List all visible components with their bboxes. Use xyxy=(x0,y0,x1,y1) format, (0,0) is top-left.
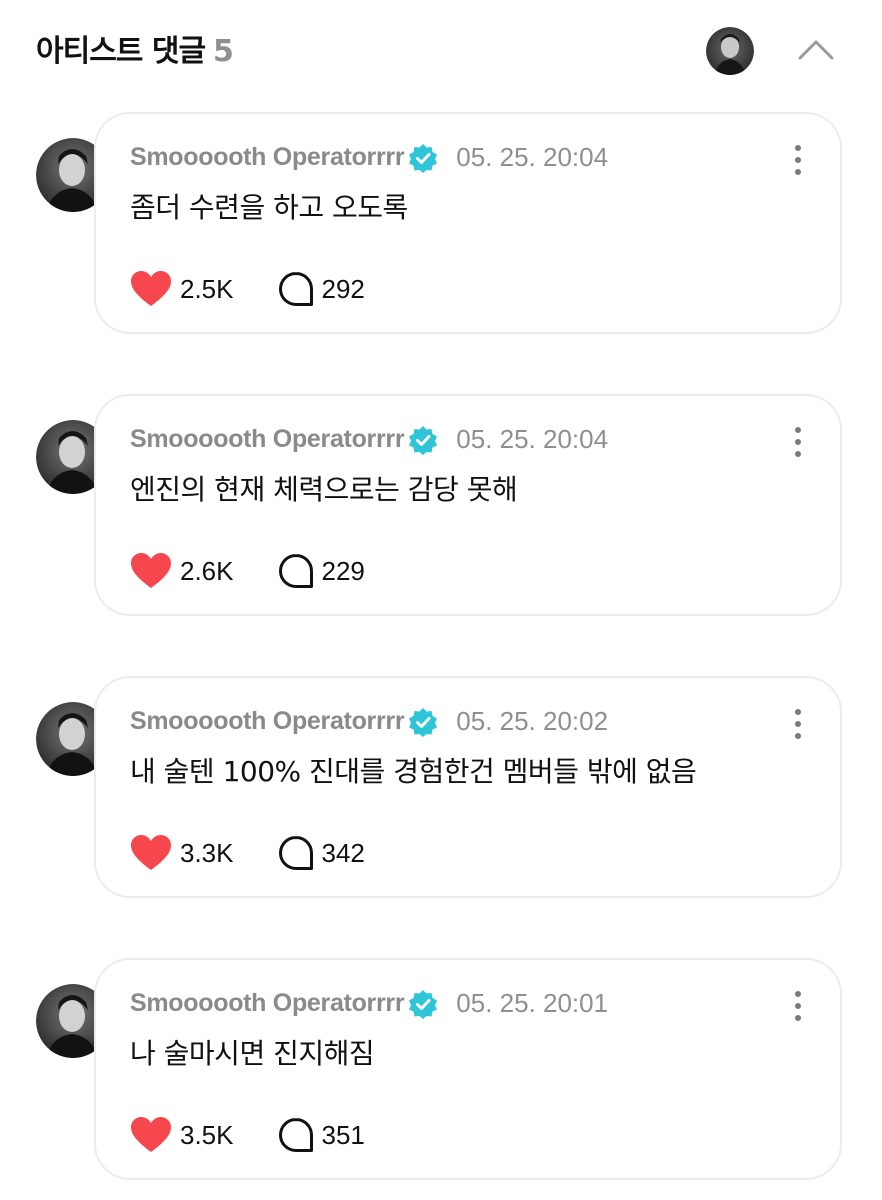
comment-card: Smoooooth Operatorrrr 05. 25. 20:01 나 술마… xyxy=(94,958,842,1180)
like-count: 3.3K xyxy=(180,837,234,868)
verified-badge-icon xyxy=(409,989,438,1019)
heart-icon xyxy=(131,553,171,588)
comment-meta: Smoooooth Operatorrrr 05. 25. 20:04 xyxy=(130,142,608,173)
speech-bubble-icon xyxy=(278,554,313,588)
artist-avatar[interactable] xyxy=(706,27,754,75)
reply-count: 342 xyxy=(321,837,365,868)
comment-timestamp: 05. 25. 20:04 xyxy=(456,424,609,454)
verified-badge-icon xyxy=(409,425,438,455)
like-count: 2.6K xyxy=(180,555,234,586)
reply-button[interactable]: 229 xyxy=(278,553,365,589)
comment-text: 나 술마시면 진지해짐 xyxy=(130,1037,375,1070)
heart-icon xyxy=(131,1117,171,1152)
speech-bubble-icon xyxy=(278,836,313,870)
reply-button[interactable]: 292 xyxy=(278,271,365,307)
like-button[interactable]: 2.5K xyxy=(130,270,234,308)
author-name[interactable]: Smoooooth Operatorrrr xyxy=(130,707,405,736)
comment-actions: 3.3K 342 xyxy=(130,834,365,872)
reply-count: 351 xyxy=(321,1119,365,1150)
reply-button[interactable]: 351 xyxy=(278,1117,365,1153)
collapse-button[interactable] xyxy=(792,30,840,70)
comment-timestamp: 05. 25. 20:04 xyxy=(456,142,609,172)
more-vertical-icon xyxy=(795,709,801,739)
comment-timestamp: 05. 25. 20:02 xyxy=(456,706,609,736)
more-vertical-icon xyxy=(795,427,801,457)
author-name[interactable]: Smoooooth Operatorrrr xyxy=(130,143,405,172)
comment-meta: Smoooooth Operatorrrr 05. 25. 20:01 xyxy=(130,988,608,1019)
comment-text: 내 술텐 100% 진대를 경험한건 멤버들 밖에 없음 xyxy=(130,755,697,788)
more-vertical-icon xyxy=(795,145,801,175)
reply-count: 229 xyxy=(321,555,365,586)
like-button[interactable]: 2.6K xyxy=(130,552,234,590)
comment-count: 5 xyxy=(213,34,234,69)
comment-meta: Smoooooth Operatorrrr 05. 25. 20:04 xyxy=(130,424,608,455)
speech-bubble-icon xyxy=(278,1118,313,1152)
comment-actions: 3.5K 351 xyxy=(130,1116,365,1154)
heart-icon xyxy=(131,271,171,306)
more-options-button[interactable] xyxy=(786,424,810,460)
comments-header: 아티스트 댓글 5 xyxy=(0,0,882,104)
more-options-button[interactable] xyxy=(786,988,810,1024)
chevron-up-icon xyxy=(798,40,834,60)
more-options-button[interactable] xyxy=(786,142,810,178)
like-button[interactable]: 3.5K xyxy=(130,1116,234,1154)
author-name[interactable]: Smoooooth Operatorrrr xyxy=(130,425,405,454)
speech-bubble-icon xyxy=(278,272,313,306)
verified-badge-icon xyxy=(409,143,438,173)
comment-card: Smoooooth Operatorrrr 05. 25. 20:02 내 술텐… xyxy=(94,676,842,898)
reply-button[interactable]: 342 xyxy=(278,835,365,871)
section-title-label: 아티스트 댓글 xyxy=(36,34,206,69)
author-name[interactable]: Smoooooth Operatorrrr xyxy=(130,989,405,1018)
comment-text: 엔진의 현재 체력으로는 감당 못해 xyxy=(130,473,518,506)
like-count: 2.5K xyxy=(180,273,234,304)
comment-card: Smoooooth Operatorrrr 05. 25. 20:04 엔진의 … xyxy=(94,394,842,616)
heart-icon xyxy=(131,835,171,870)
comment-actions: 2.6K 229 xyxy=(130,552,365,590)
like-count: 3.5K xyxy=(180,1119,234,1150)
comment-actions: 2.5K 292 xyxy=(130,270,365,308)
section-title: 아티스트 댓글 5 xyxy=(36,26,234,70)
verified-badge-icon xyxy=(409,707,438,737)
comment-meta: Smoooooth Operatorrrr 05. 25. 20:02 xyxy=(130,706,608,737)
comment-card: Smoooooth Operatorrrr 05. 25. 20:04 좀더 수… xyxy=(94,112,842,334)
comment-text: 좀더 수련을 하고 오도록 xyxy=(130,191,408,224)
comment-timestamp: 05. 25. 20:01 xyxy=(456,988,609,1018)
like-button[interactable]: 3.3K xyxy=(130,834,234,872)
more-vertical-icon xyxy=(795,991,801,1021)
reply-count: 292 xyxy=(321,273,365,304)
more-options-button[interactable] xyxy=(786,706,810,742)
